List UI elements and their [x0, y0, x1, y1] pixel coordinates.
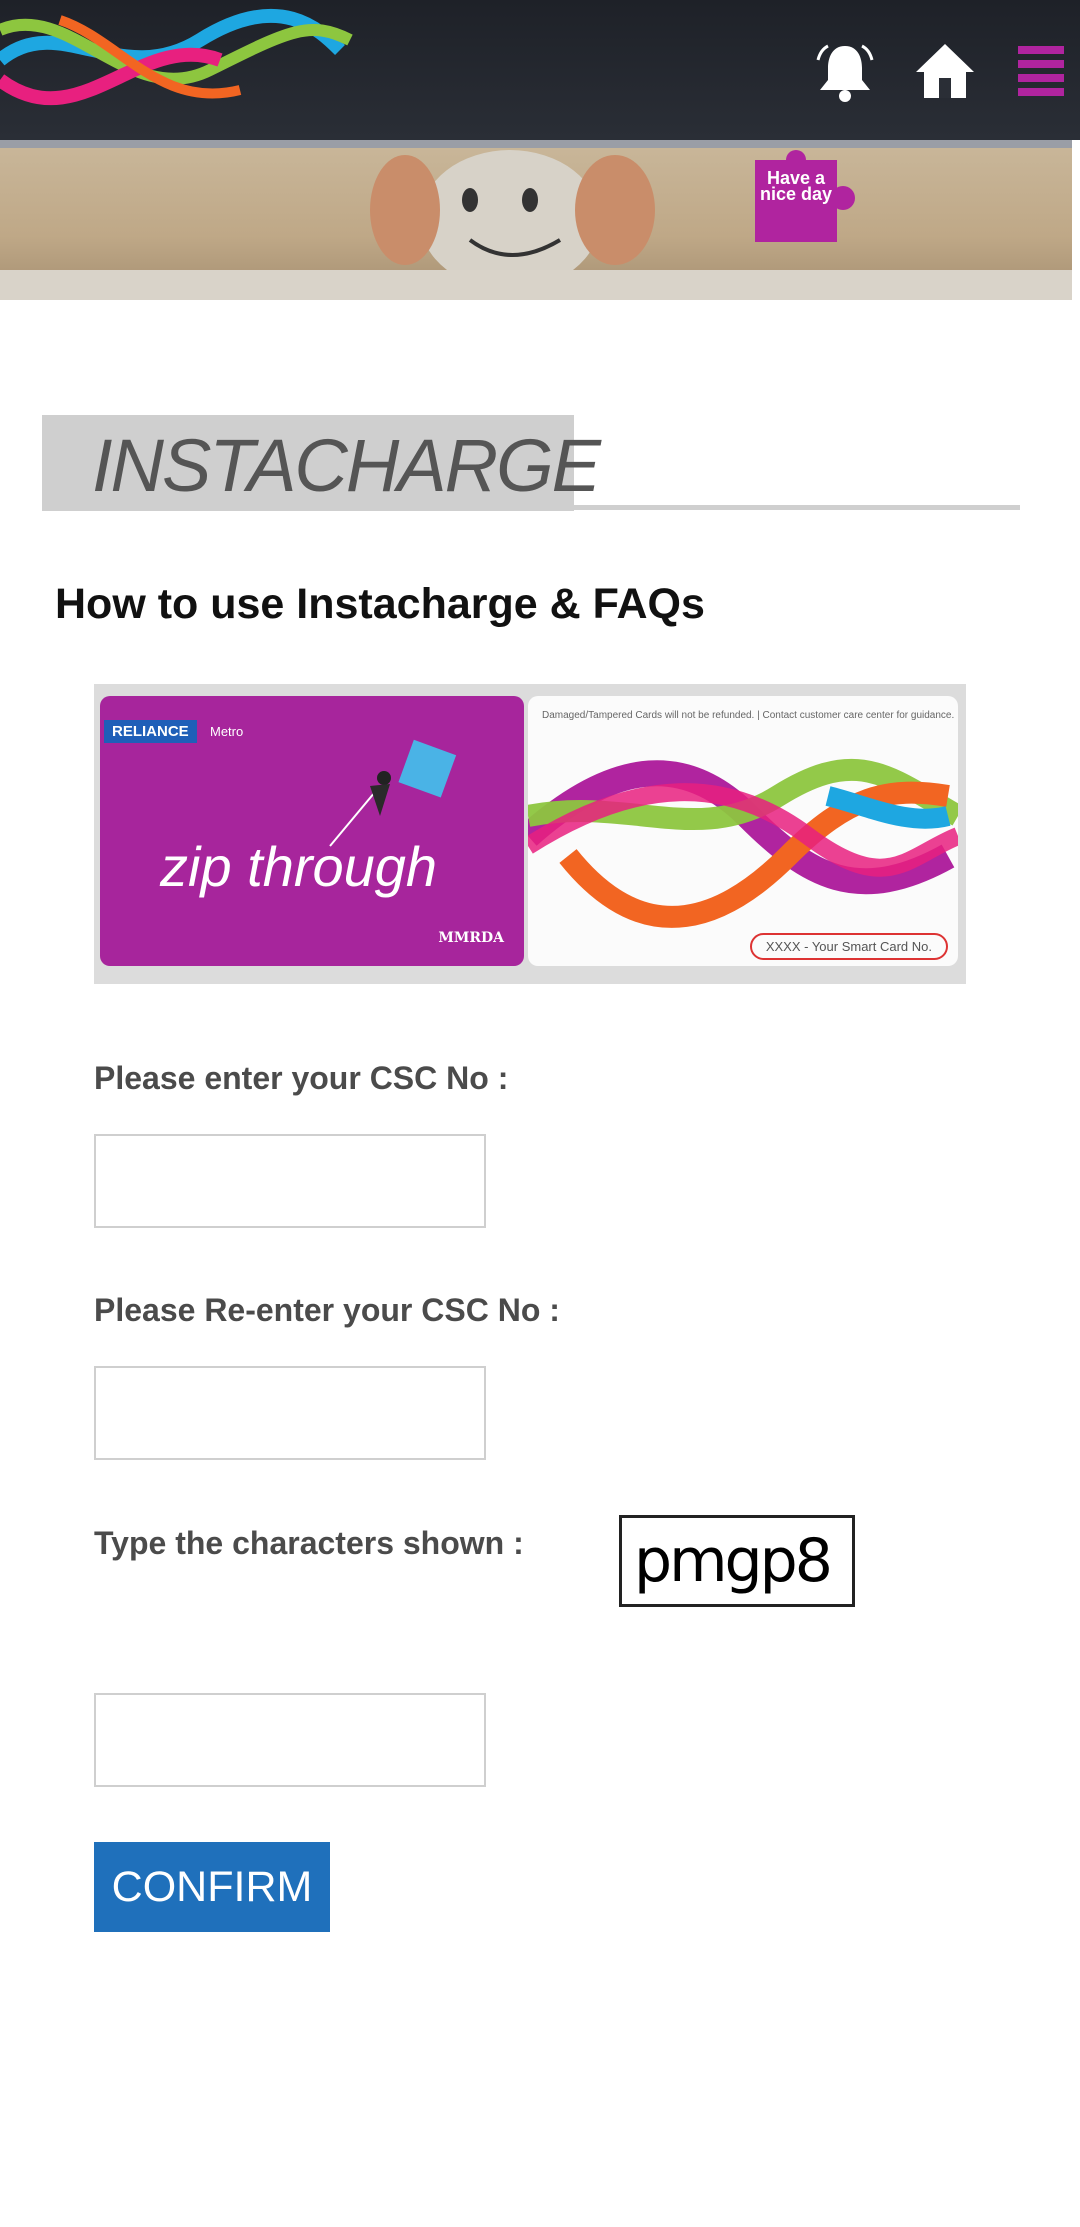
smart-card-image: RELIANCE Metro zip through MMRDA Damaged… [94, 684, 966, 984]
captcha-text: pmgp8 [634, 1526, 833, 1596]
notification-bell-icon[interactable] [810, 36, 880, 106]
card-issuer: MMRDA [438, 930, 504, 946]
banner-badge-text: Have a nice day [759, 168, 833, 204]
captcha-input[interactable] [94, 1693, 486, 1787]
card-back: Damaged/Tampered Cards will not be refun… [528, 696, 958, 966]
csc-reenter-input[interactable] [94, 1366, 486, 1460]
faq-link[interactable]: How to use Instacharge & FAQs [55, 580, 705, 629]
csc-input[interactable] [94, 1134, 486, 1228]
card-note: Damaged/Tampered Cards will not be refun… [542, 710, 955, 721]
confirm-button[interactable]: CONFIRM [94, 1842, 330, 1932]
section-title-box: INSTACHARGE [42, 415, 601, 511]
card-wave-graphic [528, 758, 958, 928]
card-brand-sub: Metro [210, 724, 244, 739]
captcha-label: Type the characters shown : [94, 1525, 524, 1561]
captcha-image: pmgp8 [619, 1515, 855, 1607]
card-number-hint: XXXX - Your Smart Card No. [749, 933, 948, 960]
top-bar [0, 0, 1080, 140]
promo-banner: Have a nice day [0, 140, 1072, 300]
section-title: INSTACHARGE [92, 424, 601, 507]
home-icon[interactable] [910, 36, 980, 106]
csc-reenter-label: Please Re-enter your CSC No : [94, 1292, 560, 1328]
brand-logo [0, 8, 353, 106]
card-brand: RELIANCE [104, 720, 197, 743]
card-slogan: zip through [160, 835, 438, 898]
section-divider [574, 505, 1020, 510]
csc-label: Please enter your CSC No : [94, 1060, 509, 1096]
coins-floor [0, 270, 1072, 300]
hamburger-menu-icon[interactable] [1008, 36, 1078, 106]
card-front: RELIANCE Metro zip through MMRDA [100, 696, 524, 966]
